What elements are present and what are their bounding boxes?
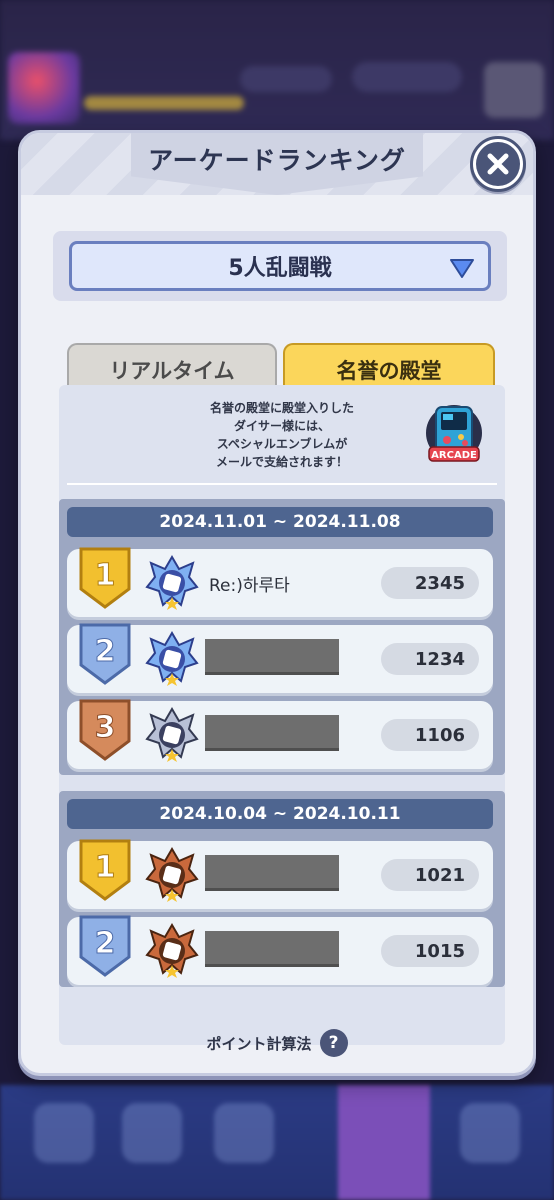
- dice-emblem-dark-icon: [145, 707, 199, 762]
- redacted-player-name: [205, 855, 339, 891]
- background-nav-slot: [122, 1103, 182, 1163]
- rank-silver-badge-icon: 2: [79, 623, 131, 685]
- point-calculation-link[interactable]: ポイント計算法 ?: [21, 1029, 533, 1057]
- ranking-row[interactable]: 2 1234: [67, 623, 493, 693]
- background-nav-slot: [34, 1103, 94, 1163]
- week-period: 2024.11.01 ~ 2024.11.08: [67, 507, 493, 537]
- point-calculation-label: ポイント計算法: [206, 1034, 312, 1053]
- ranking-row[interactable]: 1 Re:)하루타 2345: [67, 547, 493, 617]
- dice-emblem-bronze-icon: [145, 847, 199, 902]
- rank-number: 1: [95, 850, 116, 885]
- background-nav-slot: [460, 1103, 520, 1163]
- mode-select-container: 5人乱闘戦: [53, 231, 507, 301]
- rank-number: 3: [95, 710, 116, 745]
- background-nav-slot: [214, 1103, 274, 1163]
- dice-emblem-bronze-icon: [145, 923, 199, 978]
- player-score: 2345: [381, 567, 479, 599]
- background-currency-pill: [240, 66, 332, 92]
- player-score: 1021: [381, 859, 479, 891]
- background-exp-bar: [84, 96, 244, 110]
- close-button[interactable]: [470, 136, 526, 192]
- background-active-tab: [338, 1085, 430, 1200]
- close-icon: [476, 142, 520, 186]
- player-score: 1015: [381, 935, 479, 967]
- rank-silver-badge-icon: 2: [79, 915, 131, 977]
- ranking-row[interactable]: 3 1106: [67, 699, 493, 769]
- dice-emblem-blue-icon: [145, 555, 199, 610]
- redacted-player-name: [205, 715, 339, 751]
- modal-title: アーケードランキング: [148, 146, 406, 175]
- mode-select-label: 5人乱闘戦: [228, 256, 332, 281]
- divider: [67, 483, 497, 485]
- rank-number: 1: [95, 558, 116, 593]
- rank-bronze-badge-icon: 3: [79, 699, 131, 761]
- modal-header: アーケードランキング: [21, 133, 533, 195]
- rank-number: 2: [95, 634, 116, 669]
- week-section: 2024.10.04 ~ 2024.10.11 1 1021 2 1015: [59, 791, 505, 987]
- dice-emblem-blue-icon: [145, 631, 199, 686]
- chevron-down-icon: [450, 259, 474, 278]
- ranking-row[interactable]: 1 1021: [67, 839, 493, 909]
- week-period: 2024.10.04 ~ 2024.10.11: [67, 799, 493, 829]
- player-name: Re:)하루타: [209, 576, 290, 596]
- background-avatar: [8, 52, 80, 124]
- player-score: 1234: [381, 643, 479, 675]
- rank-number: 2: [95, 926, 116, 961]
- help-icon[interactable]: ?: [319, 1029, 348, 1057]
- rank-gold-badge-icon: 1: [79, 839, 131, 901]
- ranking-row[interactable]: 2 1015: [67, 915, 493, 985]
- mode-select[interactable]: 5人乱闘戦: [69, 241, 491, 291]
- arcade-ranking-modal: アーケードランキング 5人乱闘戦 リアルタイム 名誉の殿堂 名誉の殿堂に殿堂入り…: [18, 130, 536, 1076]
- background-currency-pill: [352, 62, 462, 92]
- arcade-emblem-icon: ARCADE: [426, 405, 482, 462]
- background-bottom-nav: [0, 1085, 554, 1200]
- arcade-label: ARCADE: [431, 450, 477, 461]
- rank-gold-badge-icon: 1: [79, 547, 131, 609]
- redacted-player-name: [205, 931, 339, 967]
- background-app-header: [0, 0, 554, 140]
- week-section: 2024.11.01 ~ 2024.11.08 1 Re:)하루타 2345 2…: [59, 499, 505, 775]
- hall-of-fame-panel: 名誉の殿堂に殿堂入りした ダイサー様には、 スペシャルエンブレムが メールで支給…: [59, 385, 505, 1045]
- redacted-player-name: [205, 639, 339, 675]
- player-score: 1106: [381, 719, 479, 751]
- background-menu-button: [484, 62, 544, 118]
